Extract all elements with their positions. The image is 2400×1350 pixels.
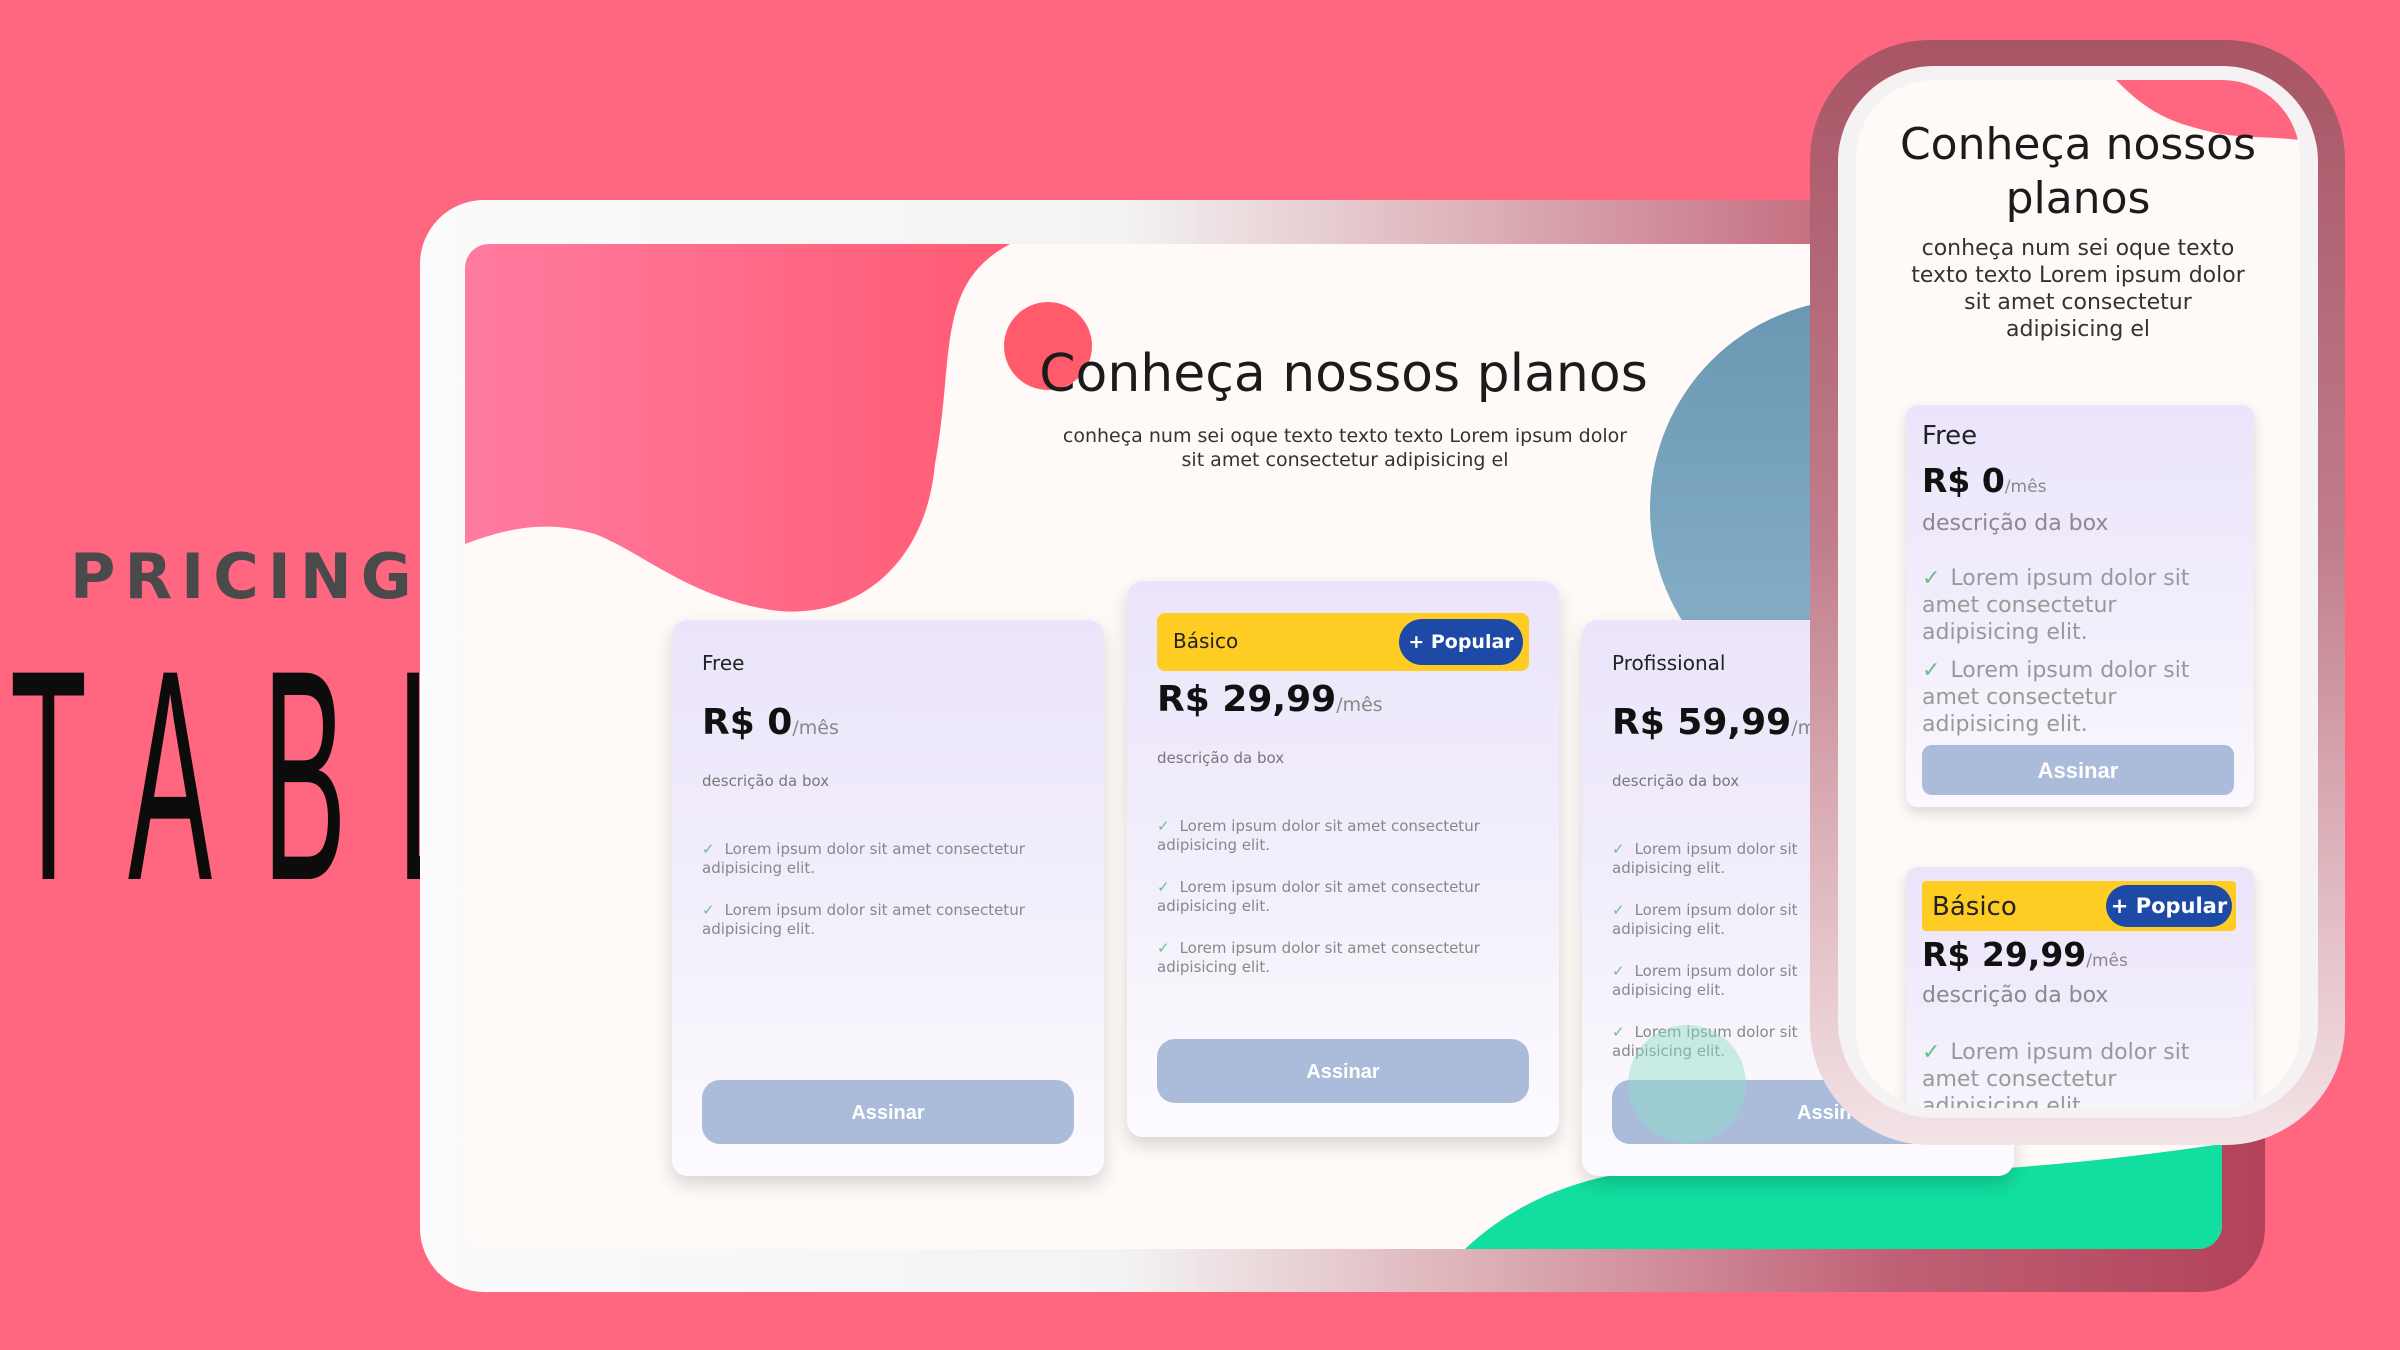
plan-name: Free — [702, 651, 745, 675]
feature-text: Lorem ipsum dolor sit — [1634, 962, 1798, 980]
feature-text: Lorem ipsum dolor sit — [1634, 840, 1798, 858]
feature-item: ✓ Lorem ipsum dolor sit amet consectetur … — [1157, 939, 1497, 977]
feature-text: Lorem ipsum dolor sit — [1634, 901, 1798, 919]
feature-text: Lorem ipsum dolor sit amet consectetur a… — [1157, 878, 1480, 915]
price-value: R$ 29,99 — [1157, 679, 1337, 720]
plan-card-free: Free R$ 0/mês descrição da box ✓ Lorem ip… — [672, 620, 1104, 1176]
plan-name: Free — [1922, 421, 1978, 451]
feature-text: Lorem ipsum dolor sit amet consectetur a… — [1922, 1040, 2190, 1108]
feature-item: ✓ Lorem ipsum dolor sit amet consectetur … — [1157, 878, 1497, 916]
check-icon: ✓ — [1157, 939, 1170, 957]
plan-ribbon: Básico + Popular — [1157, 613, 1529, 671]
price-unit: /mês — [792, 717, 839, 739]
check-icon: ✓ — [1612, 962, 1625, 980]
mobile-page-subtitle: conheça num sei oque texto texto texto L… — [1911, 236, 2245, 342]
feature-text-wrap: adipisicing elit. — [1612, 981, 1725, 999]
price-value: R$ 0 — [1922, 461, 2005, 500]
plan-ribbon: Básico + Popular — [1922, 881, 2236, 931]
check-icon: ✓ — [1612, 1023, 1625, 1041]
plan-description: descrição da box — [1612, 772, 1740, 790]
price-unit: /mês — [2086, 951, 2128, 971]
feature-text: Lorem ipsum dolor sit amet consectetur a… — [1157, 939, 1480, 976]
plan-price: R$ 29,99/mês — [1922, 935, 2128, 974]
price-value: R$ 59,99 — [1612, 702, 1792, 743]
feature-text: Lorem ipsum dolor sit amet consectetur a… — [702, 901, 1025, 938]
price-unit: /mês — [1336, 694, 1383, 716]
feature-text: Lorem ipsum dolor sit amet consectetur a… — [702, 840, 1025, 877]
feature-item: ✓ Lorem ipsum dolor sit amet consectetur … — [702, 901, 1042, 939]
plan-price: R$ 0/mês — [702, 702, 839, 743]
feature-item: ✓ Lorem ipsum dolor sit amet consectetur … — [1922, 565, 2232, 646]
check-icon: ✓ — [702, 840, 715, 858]
popular-badge: + Popular — [1399, 619, 1523, 665]
subscribe-button[interactable]: Assinar — [1922, 745, 2234, 795]
feature-text-wrap: adipisicing elit. — [1612, 859, 1725, 877]
price-value: R$ 0 — [702, 702, 793, 743]
pricing-heading: PRICING — [70, 540, 421, 613]
page-subtitle: conheça num sei oque texto texto texto L… — [1062, 425, 1628, 471]
plan-price: R$ 59,99/m — [1612, 702, 1816, 743]
popular-badge: + Popular — [2106, 885, 2232, 927]
pink-blob — [465, 244, 1010, 612]
plan-description: descrição da box — [702, 772, 830, 790]
plan-description: descrição da box — [1157, 749, 1285, 767]
plan-name: Básico — [1932, 892, 2017, 922]
plan-description: descrição da box — [1922, 983, 2109, 1008]
check-icon: ✓ — [1612, 840, 1625, 858]
phone-screen: Conheça nossos planos conheça num sei oq… — [1856, 80, 2300, 1108]
check-icon: ✓ — [1157, 817, 1170, 835]
teal-bubble — [1628, 1025, 1746, 1143]
feature-text: Lorem ipsum dolor sit amet consectetur a… — [1922, 658, 2190, 737]
check-icon: ✓ — [702, 901, 715, 919]
table-heading: TABLE — [10, 607, 652, 943]
plan-name: Básico — [1173, 629, 1239, 653]
feature-item: ✓ Lorem ipsum dolor sit amet consectetur … — [702, 840, 1042, 878]
feature-text: Lorem ipsum dolor sit amet consectetur a… — [1157, 817, 1480, 854]
price-unit: /mês — [2004, 477, 2047, 497]
mobile-page-title: Conheça nossos planos — [1899, 119, 2257, 224]
plan-card-basico: Básico + Popular R$ 29,99/mês descrição … — [1127, 581, 1559, 1137]
check-icon: ✓ — [1922, 658, 1941, 683]
price-value: R$ 29,99 — [1922, 935, 2087, 974]
feature-text: Lorem ipsum dolor sit amet consectetur a… — [1922, 566, 2190, 645]
check-icon: ✓ — [1922, 566, 1941, 591]
check-icon: ✓ — [1157, 878, 1170, 896]
feature-text-wrap: adipisicing elit. — [1612, 920, 1725, 938]
subscribe-button[interactable]: Assinar — [1157, 1039, 1529, 1103]
check-icon: ✓ — [1612, 901, 1625, 919]
plan-price: R$ 29,99/mês — [1157, 679, 1383, 720]
mobile-plan-card-basico: Básico + Popular R$ 29,99/mês descrição … — [1906, 867, 2254, 1108]
plan-name: Profissional — [1612, 651, 1726, 675]
feature-item: ✓ Lorem ipsum dolor sit amet consectetur … — [1922, 1039, 2232, 1108]
feature-item: ✓ Lorem ipsum dolor sit amet consectetur … — [1157, 817, 1497, 855]
mobile-plan-card-free: Free R$ 0/mês descrição da box ✓ Lorem ip… — [1906, 405, 2254, 807]
subscribe-button[interactable]: Assinar — [702, 1080, 1074, 1144]
plan-description: descrição da box — [1922, 511, 2109, 536]
plan-price: R$ 0/mês — [1922, 461, 2046, 500]
feature-item: ✓ Lorem ipsum dolor sit amet consectetur … — [1922, 657, 2232, 738]
check-icon: ✓ — [1922, 1040, 1941, 1065]
